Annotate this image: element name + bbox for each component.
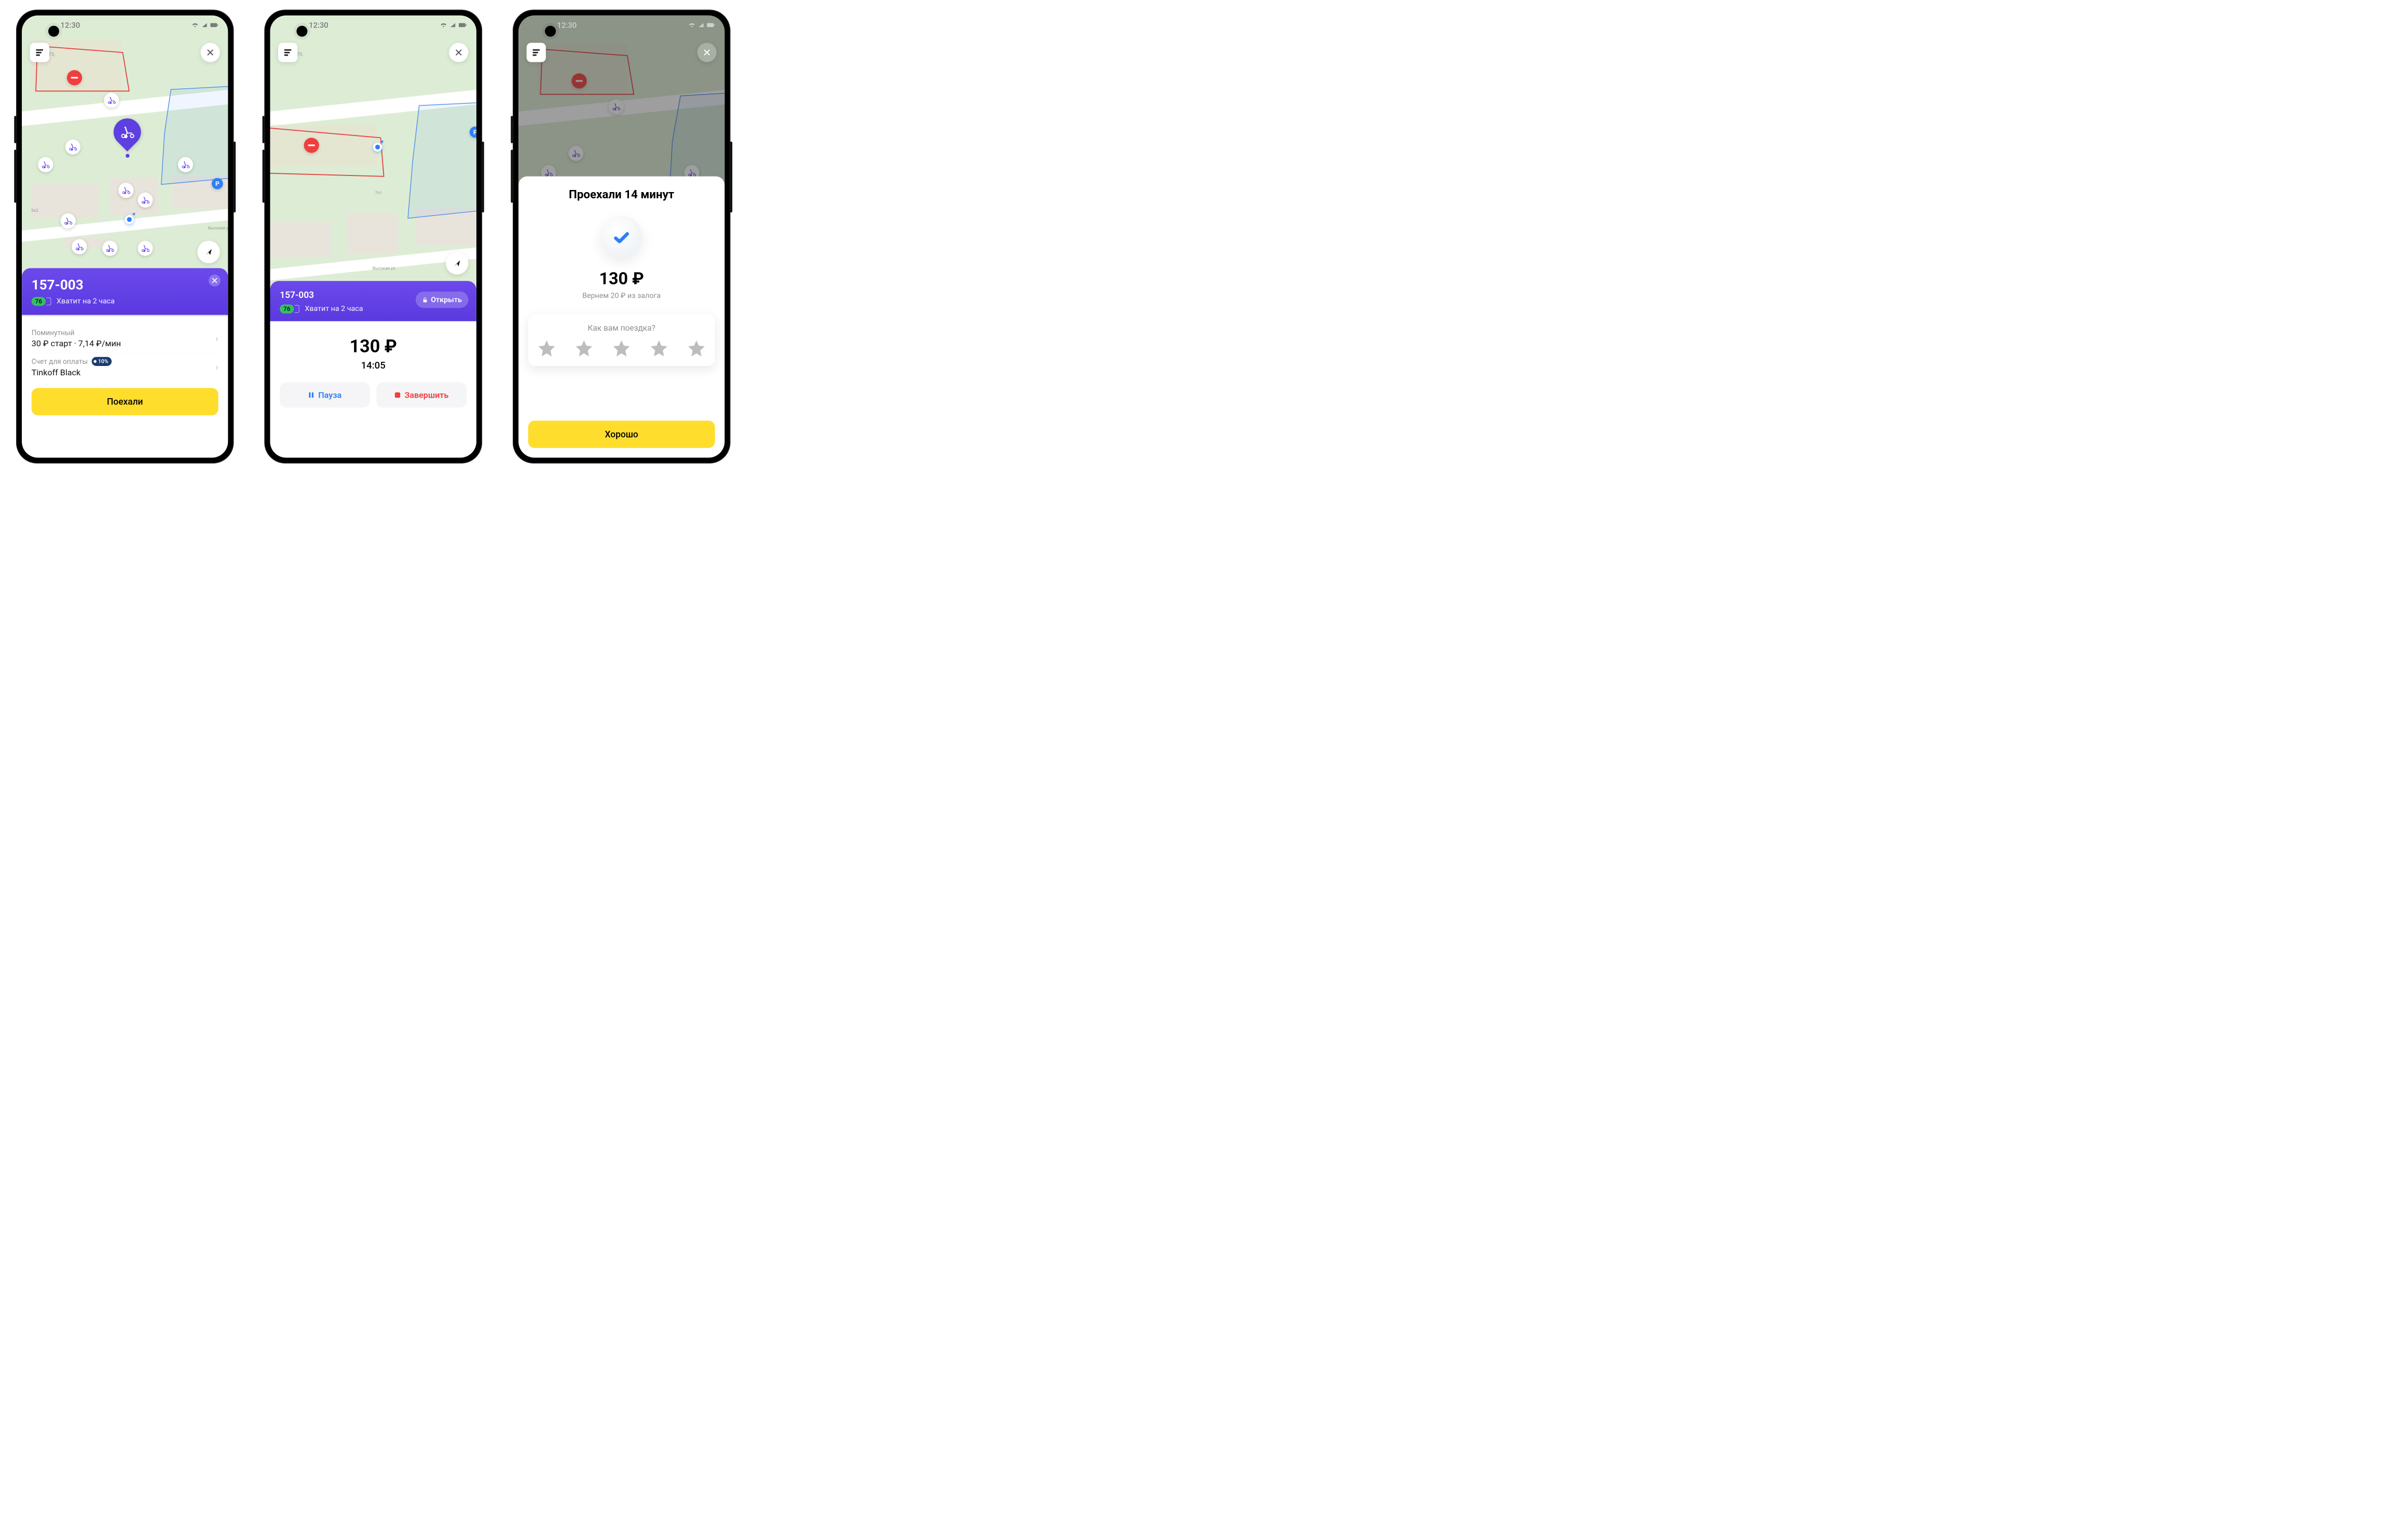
summary-refund: Вернем 20 ₽ из залога [528,291,715,300]
star-4[interactable] [650,339,668,357]
close-icon [456,49,462,56]
tariff-value: 30 ₽ старт · 7,14 ₽/мин [32,338,121,348]
scooter-marker[interactable] [178,157,193,172]
scooter-marker[interactable] [138,193,153,208]
ride-time: 14:05 [280,360,467,371]
scooter-marker[interactable] [38,157,53,172]
svg-text:7ст: 7ст [375,191,382,195]
pause-label: Пауза [318,390,341,400]
range-text: Хватит на 2 часа [305,304,363,313]
phone-riding: 12:30 д N° 1375, Высокая ул. 7ст [264,10,482,464]
booking-sheet-header: 157-003 76 Хватит на 2 часа [22,268,228,315]
no-entry-marker [304,138,319,153]
tariff-label: Поминутный [32,329,121,337]
scooter-id: 157-003 [32,277,218,293]
menu-button[interactable] [30,43,49,62]
locate-icon [453,259,461,267]
locate-button[interactable] [197,241,220,263]
phone-summary: 12:30 Проехали 14 минут 130 ₽ Вернем 20 … [513,10,731,464]
summary-title: Проехали 14 минут [528,187,715,201]
selected-anchor [126,154,129,157]
signal-icon [202,23,208,28]
rating-question: Как вам поездка? [535,323,708,333]
svg-text:5к2: 5к2 [31,208,39,213]
start-ride-button[interactable]: Поехали [32,388,218,415]
finish-button[interactable]: Завершить [376,383,467,408]
lock-icon [422,297,428,303]
payment-label: Счет для оплаты [32,357,88,365]
pause-button[interactable]: Пауза [280,383,370,408]
status-time: 12:30 [309,21,329,30]
range-text: Хватит на 2 часа [57,296,115,305]
scooter-marker[interactable] [102,241,117,256]
user-location [373,143,382,152]
parking-marker: P [212,178,223,189]
payment-value: Tinkoff Black [32,368,112,377]
close-button[interactable] [697,43,717,62]
no-entry-marker [67,70,82,85]
signal-icon [698,23,704,28]
scooter-marker[interactable] [138,241,153,256]
ride-sheet-header: Открыть 157-003 76 Хватит на 2 часа [270,281,476,322]
menu-icon [531,48,541,58]
status-time: 12:30 [61,21,80,30]
scooter-marker[interactable] [104,93,119,108]
pause-icon [308,392,314,398]
menu-button[interactable] [527,43,546,62]
close-icon [212,278,217,283]
battery-icon [459,23,467,28]
star-1[interactable] [538,339,555,357]
star-3[interactable] [613,339,631,357]
ok-button[interactable]: Хорошо [528,420,715,448]
svg-text:Высокая ул.: Высокая ул. [373,266,396,271]
summary-amount: 130 ₽ [528,269,715,289]
wifi-icon [191,23,199,28]
scooter-marker[interactable] [61,213,76,228]
battery-icon [210,23,218,28]
locate-icon [204,248,213,256]
payment-row[interactable]: Счет для оплаты 10% Tinkoff Black › [32,352,218,382]
menu-icon [283,48,293,58]
signal-icon [450,23,456,28]
finish-label: Завершить [404,390,448,400]
user-location [125,215,134,224]
scooter-marker[interactable] [72,239,87,254]
svg-text:Высокая ул.: Высокая ул. [208,226,228,230]
booking-sheet-body: Поминутный 30 ₽ старт · 7,14 ₽/мин › Сче… [22,316,228,457]
camera-hole [48,26,59,37]
ride-cost: 130 ₽ [280,336,467,357]
close-button[interactable] [449,43,468,62]
unlock-label: Открыть [431,295,462,304]
rating-card: Как вам поездка? [528,315,715,366]
star-5[interactable] [688,339,705,357]
camera-hole [296,26,307,37]
check-icon [612,229,631,244]
menu-button[interactable] [278,43,297,62]
close-button[interactable] [201,43,220,62]
chevron-right-icon: › [215,361,218,373]
close-icon [207,49,213,56]
battery-badge: 76 [280,305,294,314]
star-2[interactable] [575,339,593,357]
stop-icon [394,392,401,398]
menu-icon [35,48,45,58]
scooter-marker[interactable] [65,139,80,154]
battery-badge: 76 [32,297,46,306]
wifi-icon [440,23,447,28]
phone-booking: 12:30 [16,10,234,464]
status-time: 12:30 [557,21,577,30]
battery-icon [707,23,715,28]
cashback-badge: 10% [92,357,112,366]
camera-hole [545,26,556,37]
locate-button[interactable] [446,252,468,274]
sheet-close-button[interactable] [209,275,221,287]
scooter-marker[interactable] [118,183,133,198]
summary-sheet: Проехали 14 минут 130 ₽ Вернем 20 ₽ из з… [518,176,724,458]
tariff-row[interactable]: Поминутный 30 ₽ старт · 7,14 ₽/мин › [32,324,218,352]
chevron-right-icon: › [215,333,218,344]
ride-sheet-body: 130 ₽ 14:05 Пауза Завершить [270,321,476,458]
wifi-icon [688,23,695,28]
success-badge [600,216,642,258]
close-icon [704,49,710,56]
